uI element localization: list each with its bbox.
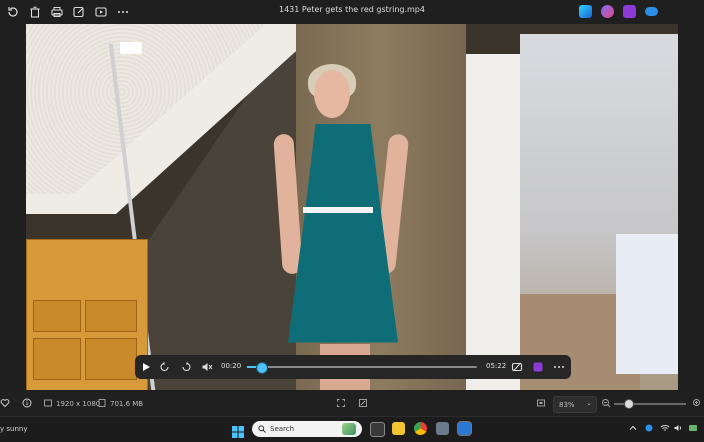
wooden-dresser xyxy=(26,239,148,390)
zoom-dropdown[interactable]: 83% ⌄ xyxy=(553,396,597,413)
window-title: 1431 Peter gets the red gstring.mp4 xyxy=(279,5,425,14)
search-highlight-icon xyxy=(342,423,356,435)
zoom-in-icon[interactable] xyxy=(692,398,702,408)
file-size-icon xyxy=(97,398,107,408)
task-view-icon[interactable] xyxy=(370,422,385,437)
seek-thumb[interactable] xyxy=(256,362,269,374)
chevron-down-icon: ⌄ xyxy=(586,399,592,407)
resolution: 1920 x 1080 xyxy=(56,400,101,408)
lamp-head xyxy=(120,42,142,54)
zoom-out-icon[interactable] xyxy=(601,398,611,408)
belt xyxy=(303,207,373,213)
play-icon[interactable] xyxy=(139,360,153,374)
tray-app-icon[interactable] xyxy=(644,423,654,433)
fit-icon[interactable] xyxy=(336,398,346,408)
heart-icon[interactable] xyxy=(0,398,10,408)
image-size-icon xyxy=(43,398,53,408)
more-icon[interactable] xyxy=(552,360,566,374)
windows-start-icon[interactable] xyxy=(232,423,244,438)
current-time: 00:20 xyxy=(221,362,242,370)
video-frame[interactable] xyxy=(26,24,678,390)
clipchamp-icon[interactable] xyxy=(579,5,592,18)
camera-app-icon[interactable] xyxy=(436,422,449,435)
drawer xyxy=(33,338,81,380)
total-time: 05:22 xyxy=(486,362,507,370)
zoom-slider-thumb[interactable] xyxy=(624,399,634,409)
photos-app-icon[interactable] xyxy=(457,421,472,436)
repeat-icon[interactable] xyxy=(510,360,524,374)
weather-text[interactable]: y sunny xyxy=(0,425,27,433)
search-icon xyxy=(258,425,266,433)
mute-icon[interactable] xyxy=(200,360,214,374)
volume-icon[interactable] xyxy=(673,423,683,433)
title-bar: 1431 Peter gets the red gstring.mp4 xyxy=(0,0,704,24)
app-purple-icon[interactable] xyxy=(531,360,545,374)
taskbar: y sunny Search xyxy=(0,416,704,441)
forward-icon[interactable] xyxy=(179,360,193,374)
chevron-up-icon[interactable] xyxy=(628,423,638,433)
seek-bar[interactable] xyxy=(247,362,477,374)
app-purple-icon[interactable] xyxy=(623,5,636,18)
file-size: 701.6 MB xyxy=(110,400,144,408)
zoom-level: 83% xyxy=(559,401,575,409)
onedrive-icon[interactable] xyxy=(645,7,658,16)
drawer xyxy=(33,300,81,332)
taskbar-search[interactable]: Search xyxy=(252,421,362,437)
wifi-icon[interactable] xyxy=(660,423,670,433)
info-icon[interactable] xyxy=(22,398,32,408)
white-pillar xyxy=(466,54,520,390)
actual-size-icon[interactable] xyxy=(536,398,546,408)
status-bar: 1920 x 1080 701.6 MB 83% ⌄ xyxy=(0,392,704,416)
bed xyxy=(616,234,678,374)
chrome-icon[interactable] xyxy=(414,422,427,435)
rewind-icon[interactable] xyxy=(158,360,172,374)
fullscreen-icon[interactable] xyxy=(358,398,368,408)
media-controls: 00:20 05:22 xyxy=(135,355,571,379)
tray-extra-icon[interactable] xyxy=(688,423,698,433)
file-explorer-icon[interactable] xyxy=(392,422,405,435)
person-face xyxy=(314,70,350,118)
search-placeholder: Search xyxy=(270,425,295,433)
drawer xyxy=(85,338,137,380)
drawer xyxy=(85,300,137,332)
copilot-icon[interactable] xyxy=(601,5,614,18)
